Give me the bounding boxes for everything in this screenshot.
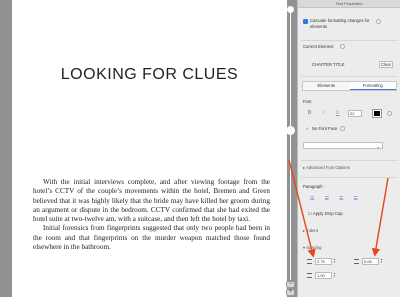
help-icon[interactable] xyxy=(376,19,381,24)
slider-knob[interactable] xyxy=(286,126,295,135)
panel-title: Text Properties xyxy=(298,0,400,8)
tab-formatting[interactable]: Formatting xyxy=(349,82,396,90)
current-element-value: CHAPTER TITLE xyxy=(312,62,345,67)
align-center-icon[interactable]: ☰ xyxy=(324,196,328,202)
spacing-before-field[interactable]: 2.75 xyxy=(315,258,332,265)
advanced-font-options-label: Advanced Font Options xyxy=(306,165,350,170)
help-icon[interactable] xyxy=(387,111,392,116)
font-face-select[interactable]: ⌄ xyxy=(303,142,383,149)
spacing-before-icon xyxy=(307,259,312,264)
chapter-title[interactable]: LOOKING FOR CLUES xyxy=(12,66,287,84)
page-zoom-slider[interactable]: − + xyxy=(286,0,296,297)
panel-tabs: Elements Formatting xyxy=(302,81,397,91)
divider xyxy=(301,160,398,161)
drop-cap-checkbox[interactable]: ☐ xyxy=(308,211,312,216)
spacing-label: Spacing xyxy=(306,245,322,250)
indent-section[interactable]: ▸ Indent xyxy=(303,228,318,233)
paragraph-heading: Paragraph xyxy=(303,184,323,189)
no-font-face-label: No Font Face xyxy=(312,126,338,131)
divider xyxy=(301,76,398,77)
slider-minus-button[interactable]: − xyxy=(286,281,295,288)
cascade-checkbox[interactable] xyxy=(303,19,308,24)
spacing-after-stepper[interactable]: ▴ ▾ xyxy=(380,258,383,265)
font-heading: Font xyxy=(303,99,312,104)
slider-plus-button[interactable]: + xyxy=(286,289,295,296)
help-icon[interactable] xyxy=(340,126,345,131)
text-properties-panel: Text Properties Cascade formatting chang… xyxy=(297,0,400,297)
spacing-after-icon xyxy=(354,259,359,264)
align-justify-icon[interactable]: ☰ xyxy=(353,196,357,202)
current-element-heading: Current Element xyxy=(303,44,334,49)
italic-button[interactable]: I xyxy=(320,110,327,117)
text-color-fill xyxy=(374,111,380,116)
divider xyxy=(301,40,398,41)
body-text[interactable]: With the initial interviews complete, an… xyxy=(33,178,270,252)
app-window: LOOKING FOR CLUES With the initial inter… xyxy=(0,0,400,297)
line-spacing-icon xyxy=(307,273,312,278)
spacing-before-stepper[interactable]: ▴ ▾ xyxy=(333,258,336,265)
indent-label: Indent xyxy=(306,228,318,233)
divider xyxy=(301,177,398,178)
line-spacing-field[interactable]: 1.00 xyxy=(315,272,332,279)
help-icon[interactable] xyxy=(340,44,345,49)
drop-cap-label: Apply Drop Cap xyxy=(313,211,343,216)
bold-button[interactable]: B xyxy=(306,110,313,117)
tab-elements[interactable]: Elements xyxy=(303,82,350,90)
align-left-icon[interactable]: ☰ xyxy=(310,196,314,202)
text-color-swatch[interactable] xyxy=(372,109,382,118)
clear-button[interactable]: Clear xyxy=(379,61,393,68)
paragraph[interactable]: Initial forensics from fingerprints sugg… xyxy=(33,224,270,252)
document-page[interactable]: LOOKING FOR CLUES With the initial inter… xyxy=(12,0,287,297)
advanced-font-options[interactable]: ▸ Advanced Font Options xyxy=(303,165,350,170)
alignment-buttons: ☰ ☰ ☰ ☰ xyxy=(310,196,358,202)
slider-track[interactable] xyxy=(290,10,291,280)
cascade-label: Cascade formatting changes for elements xyxy=(310,18,370,29)
chevron-down-icon: ⌄ xyxy=(376,144,380,149)
check-icon: ✔ xyxy=(306,126,310,131)
align-right-icon[interactable]: ☰ xyxy=(339,196,343,202)
line-spacing-stepper[interactable]: ▴ ▾ xyxy=(333,272,336,279)
font-size-field[interactable]: 22 xyxy=(348,110,362,117)
paragraph[interactable]: With the initial interviews complete, an… xyxy=(33,178,270,224)
underline-button[interactable]: U xyxy=(334,110,341,117)
spacing-section[interactable]: ▾ Spacing xyxy=(303,245,321,250)
spacing-after-field[interactable]: 0.00 xyxy=(362,258,379,265)
